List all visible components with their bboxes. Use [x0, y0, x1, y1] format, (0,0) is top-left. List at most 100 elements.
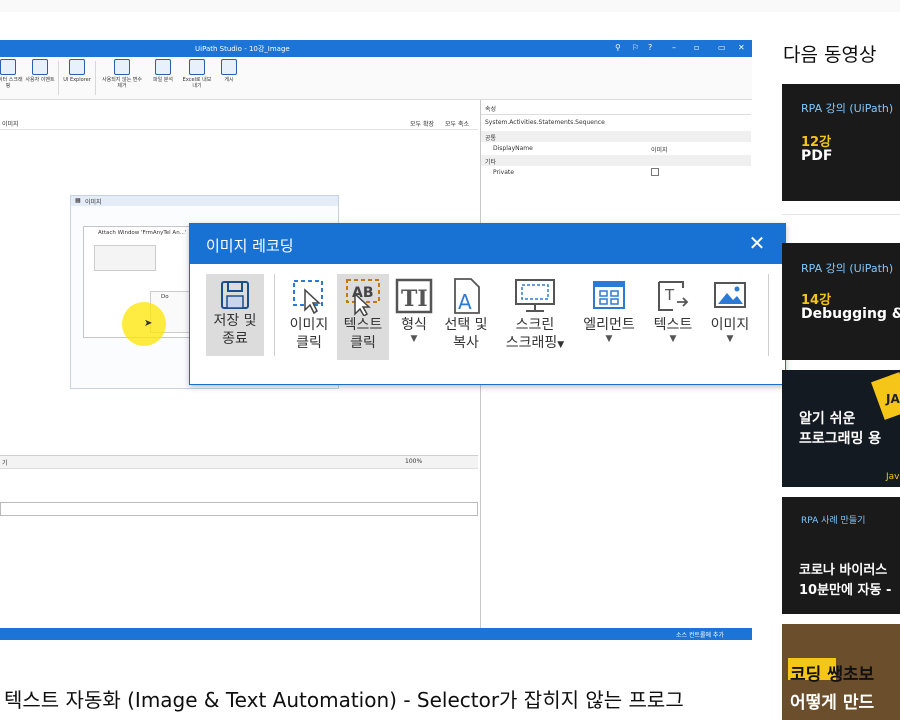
prop-group-common[interactable]: 공통: [481, 131, 751, 142]
ribbon-label: Excel로 내보내기: [182, 77, 212, 89]
element-icon: [593, 281, 625, 309]
prop-group-misc[interactable]: 기타: [481, 155, 751, 166]
thumb-title: 코로나 바이러스: [799, 563, 888, 578]
publish-icon: [221, 59, 237, 75]
type-icon: TI: [395, 278, 433, 314]
text-click-button[interactable]: AB 텍스트 클릭: [337, 274, 389, 360]
dialog-title-bar: 이미지 레코딩 ✕: [190, 224, 785, 264]
next-video-thumbnail-3[interactable]: JA 알기 쉬운 프로그래밍 용 Jav: [782, 370, 900, 487]
thumb-series: RPA 사례 만들기: [801, 516, 866, 526]
source-control-link[interactable]: 소스 컨트롤에 추가: [676, 630, 724, 639]
chevron-down-icon[interactable]: ▼: [576, 334, 642, 344]
tool-label: 스크린: [515, 317, 555, 333]
ribbon-label: 게시: [224, 77, 234, 83]
analyze-icon: [155, 59, 171, 75]
image-icon: [714, 282, 746, 308]
thumb-title: 프로그래밍 용: [799, 431, 882, 447]
share-icon[interactable]: ⚐: [632, 43, 639, 52]
image-button[interactable]: 이미지 ▼: [704, 274, 756, 344]
maximize-icon[interactable]: ▫: [694, 43, 699, 52]
thumb-series: RPA 강의 (UiPath): [801, 262, 894, 275]
save-label-2: 종료: [222, 331, 248, 347]
save-label-1: 저장 및: [213, 313, 257, 329]
scrape-icon: [0, 59, 16, 75]
type-button[interactable]: TI 형식 ▼: [391, 274, 437, 344]
next-video-thumbnail-2[interactable]: RPA 강의 (UiPath) 14강 Debugging &: [782, 243, 900, 360]
video-title[interactable]: 텍스트 자동화 (Image & Text Automation) - Sele…: [4, 684, 684, 713]
image-recording-dialog: 이미지 레코딩 ✕ 저장 및 종료 이미지 클릭 AB 텍스트 클릭 TI 형식…: [189, 223, 786, 385]
expand-all-link[interactable]: 모두 확장: [410, 119, 434, 128]
output-input[interactable]: [0, 502, 478, 516]
bottom-panel: 기 100%: [0, 455, 478, 640]
element-button[interactable]: 엘리먼트 ▼: [576, 274, 642, 344]
do-label: Do: [161, 294, 169, 300]
collapse-all-link[interactable]: 모두 축소: [445, 119, 469, 128]
image-click-button[interactable]: 이미지 클릭: [286, 274, 332, 352]
tool-label-text: 스크래핑: [505, 335, 558, 351]
dialog-divider: [768, 274, 769, 356]
tool-label: 이미지: [289, 317, 329, 333]
thumb-title: 알기 쉬운: [799, 411, 856, 427]
close-window-icon[interactable]: ✕: [738, 43, 745, 52]
sidebar-divider: [782, 214, 900, 215]
properties-type: System.Activities.Statements.Sequence: [485, 119, 605, 126]
help-icon[interactable]: ?: [648, 43, 652, 52]
screen-scraping-button[interactable]: 스크린 스크래핑▼: [495, 274, 575, 354]
tool-label: 텍스트: [343, 317, 383, 333]
attach-window-label: Attach Window 'FrmAnyTel An...': [98, 230, 187, 236]
close-icon[interactable]: ✕: [745, 231, 769, 255]
chevron-down-icon[interactable]: ▼: [391, 334, 437, 344]
sequence-title: 이미지: [85, 199, 102, 206]
thumb-title: Debugging &: [801, 306, 900, 322]
search-icon[interactable]: ⚲: [615, 43, 621, 52]
designer-footer: 기 100%: [0, 456, 478, 469]
chevron-down-icon[interactable]: ▼: [644, 334, 702, 344]
next-video-thumbnail-5[interactable]: 코딩 쌩초보 어떻게 만드: [782, 624, 900, 720]
ribbon-item-publish[interactable]: 게시: [213, 59, 245, 83]
tool-label: 엘리먼트: [583, 317, 635, 333]
minimize-icon[interactable]: –: [672, 43, 676, 52]
thumb-badge: Jav: [886, 472, 900, 482]
top-bar: [0, 0, 900, 12]
text-icon: T: [658, 281, 689, 311]
next-video-thumbnail-4[interactable]: RPA 사례 만들기 코로나 바이러스 10분만에 자동 -: [782, 497, 900, 614]
tool-label: 클릭: [296, 335, 322, 351]
thumb-series: RPA 강의 (UiPath): [801, 102, 894, 115]
ribbon-item-remove-vars[interactable]: 사용되지 않는 변수 제거: [102, 59, 142, 89]
private-checkbox[interactable]: [651, 168, 659, 176]
next-video-thumbnail-1[interactable]: RPA 강의 (UiPath) 12강 PDF: [782, 84, 900, 201]
zoom-level[interactable]: 100%: [405, 458, 422, 465]
designer-header: 이미지 모두 확장 모두 축소: [0, 116, 478, 130]
thumb-title: 10분만에 자동 -: [799, 583, 892, 598]
ribbon-divider: [58, 61, 59, 95]
prop-row-displayname[interactable]: DisplayName 이미지: [481, 143, 751, 154]
breadcrumb[interactable]: 이미지: [2, 119, 19, 128]
restore-icon[interactable]: ▭: [718, 43, 726, 52]
tool-label: 이미지: [710, 317, 750, 333]
studio-window-title: UiPath Studio - 10강_Image: [195, 45, 290, 53]
ribbon-item-user-events[interactable]: 사용자 이벤트: [24, 59, 56, 83]
up-next-heading: 다음 동영상: [783, 44, 877, 66]
ribbon-divider: [95, 61, 96, 95]
studio-title-bar: UiPath Studio - 10강_Image ⚲ ⚐ ? – ▫ ▭ ✕: [0, 40, 752, 57]
studio-ribbon: 데이터 스크래핑 사용자 이벤트 UI Explorer 사용되지 않는 변수 …: [0, 57, 752, 100]
prop-row-private[interactable]: Private: [481, 167, 751, 178]
ribbon-item-scrape[interactable]: 데이터 스크래핑: [0, 59, 24, 89]
save-and-exit-button[interactable]: 저장 및 종료: [206, 274, 264, 356]
ribbon-item-ui-explorer[interactable]: UI Explorer: [61, 59, 93, 83]
ribbon-label: 데이터 스크래핑: [0, 77, 23, 89]
panel-label: 기: [2, 460, 8, 467]
select-and-copy-button[interactable]: A 선택 및 복사: [438, 274, 494, 352]
svg-text:A: A: [458, 290, 472, 314]
ribbon-item-analyze[interactable]: 파일 분석: [147, 59, 179, 83]
text-button[interactable]: T 텍스트 ▼: [644, 274, 702, 344]
chevron-down-icon[interactable]: ▼: [704, 334, 756, 344]
ribbon-item-excel[interactable]: Excel로 내보내기: [181, 59, 213, 89]
chevron-down-icon[interactable]: ▼: [557, 340, 564, 350]
select-copy-icon: A: [454, 278, 480, 314]
thumb-title: PDF: [801, 148, 833, 164]
thumb-title: 코딩 쌩초보: [790, 665, 875, 685]
dialog-divider: [274, 274, 275, 356]
tool-label: 텍스트: [653, 317, 693, 333]
prop-value[interactable]: 이미지: [651, 145, 668, 154]
